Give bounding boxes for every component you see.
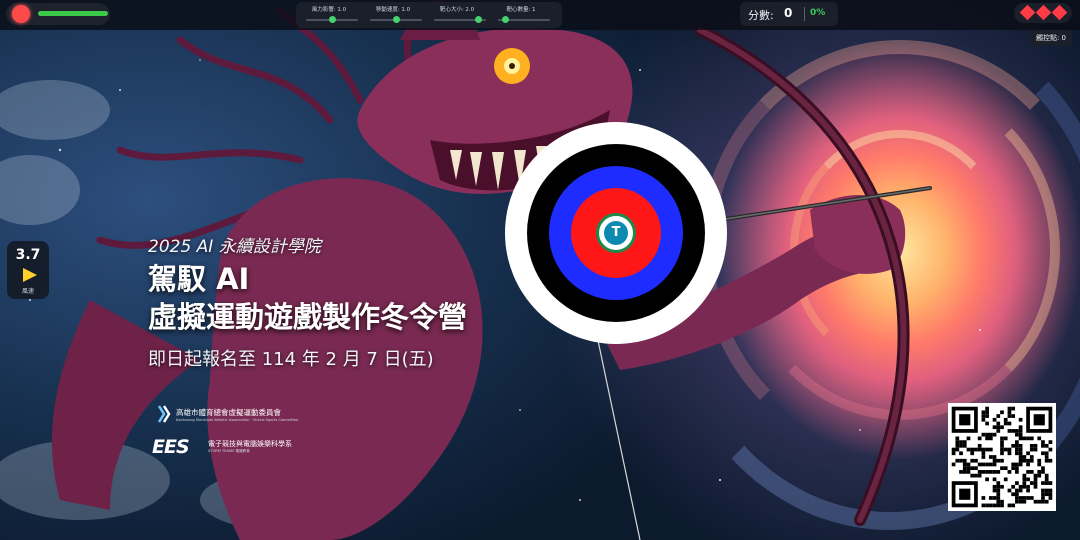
settings-sliders: 風力影響: 1.0 移動速度: 1.0 靶心大小: 2.0 靶心數量: 1 [296, 2, 562, 28]
wind-speed-value: 3.7 [15, 247, 41, 263]
slider-label: 靶心大小: 2.0 [439, 7, 475, 13]
slider-thumb[interactable] [502, 16, 510, 23]
diamond-life-icon [1035, 4, 1052, 21]
slider-move-speed[interactable]: 移動速度: 1.0 [364, 4, 422, 26]
health-bar-track [38, 11, 108, 16]
poster-title-line2: 虛擬運動遊戲製作冬令營 [148, 300, 468, 334]
slider-label: 風力影響: 1.0 [311, 7, 347, 13]
slider-target-count[interactable]: 靶心數量: 1 [492, 4, 550, 26]
hud-top-bar: 風力影響: 1.0 移動速度: 1.0 靶心大小: 2.0 靶心數量: 1 分數… [0, 0, 1080, 30]
accuracy-value: 0% [810, 8, 826, 18]
health-dot-icon [12, 5, 30, 23]
touch-point-counter: 觸控點: 0 [1030, 30, 1072, 46]
slider-thumb[interactable] [474, 16, 482, 23]
slider-label: 靶心數量: 1 [506, 7, 536, 13]
poster-subtitle: 2025 AI 永續設計學院 [148, 237, 321, 257]
score-label: 分數: [748, 9, 774, 22]
committee-logo-icon [157, 405, 171, 423]
archery-target[interactable]: T [505, 122, 727, 344]
wind-indicator: 3.7 風速 [7, 241, 49, 299]
qr-code-icon[interactable] [948, 403, 1056, 511]
slider-target-size[interactable]: 靶心大小: 2.0 [428, 4, 486, 26]
slider-thumb[interactable] [328, 16, 336, 23]
ees-logo: EES [152, 436, 190, 458]
org1-subtitle: Kaohsiung Municipal Athletic Association… [176, 418, 299, 422]
wind-direction-arrow-icon [23, 268, 37, 282]
score-divider [804, 7, 805, 21]
target-bullseye-logo[interactable]: T [596, 213, 636, 253]
slider-thumb[interactable] [392, 16, 400, 23]
registration-deadline: 即日起報名至 114 年 2 月 7 日(五) [148, 349, 434, 370]
bullseye-letter: T [604, 221, 628, 245]
org1-name: 高雄市體育總會虛擬運動委員會 [176, 408, 281, 417]
health-bar-fill [38, 11, 108, 16]
health-indicator [6, 3, 110, 25]
poster-title-line1: 駕馭 AI [148, 262, 250, 296]
diamond-life-icon [1019, 4, 1036, 21]
score-value: 0 [784, 6, 793, 20]
score-display: 分數: 0 0% [740, 2, 838, 26]
slider-wind-influence[interactable]: 風力影響: 1.0 [300, 4, 358, 26]
diamond-life-icon [1051, 4, 1068, 21]
org2-subtitle: STORM TEAMS 電競教育 [208, 449, 250, 453]
wind-speed-label: 風速 [21, 288, 34, 295]
lives-indicator [1014, 3, 1072, 23]
slider-label: 移動速度: 1.0 [375, 7, 411, 13]
org2-name: 電子競技與電腦娛樂科學系 [208, 440, 292, 448]
